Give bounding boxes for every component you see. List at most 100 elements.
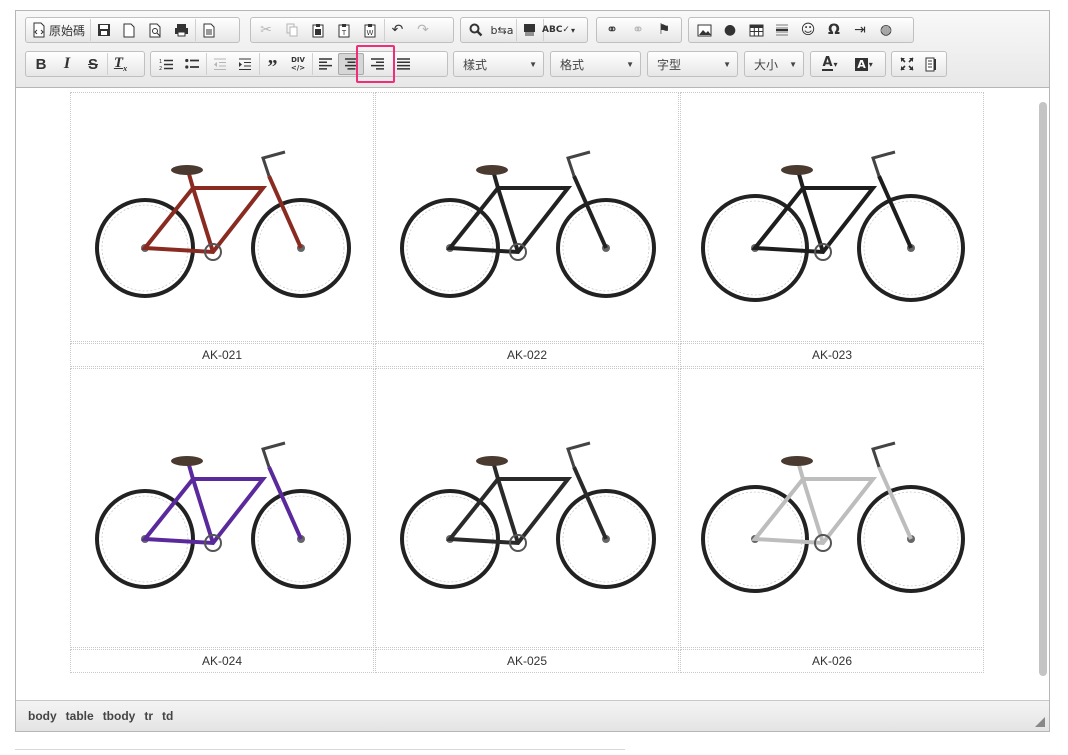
div-icon: DIV </>: [290, 56, 306, 72]
bg-color-button[interactable]: A ▾: [847, 53, 881, 75]
special-char-button[interactable]: Ω: [821, 19, 847, 41]
horizontal-rule-button[interactable]: [769, 19, 795, 41]
table-cell-caption[interactable]: AK-026: [680, 649, 984, 673]
maximize-icon: [899, 57, 914, 71]
replace-button[interactable]: b⇆a: [489, 19, 515, 41]
unlink-button[interactable]: ⚭: [625, 19, 651, 41]
show-blocks-button[interactable]: [919, 53, 944, 75]
iframe-button[interactable]: ◍: [873, 19, 899, 41]
text-color-icon: A: [822, 55, 833, 71]
table-cell-caption[interactable]: AK-023: [680, 343, 984, 367]
page-break-button[interactable]: ⇥: [847, 19, 873, 41]
numbered-list-button[interactable]: 12: [153, 53, 179, 75]
table-cell-image[interactable]: [680, 368, 984, 648]
size-dropdown[interactable]: 大小 ▼: [744, 51, 804, 77]
templates-button[interactable]: [195, 19, 221, 41]
redo-button[interactable]: ↷: [410, 19, 436, 41]
maximize-button[interactable]: [894, 53, 919, 75]
create-div-button[interactable]: DIV </>: [285, 53, 311, 75]
cut-icon: ✂: [260, 22, 272, 38]
show-blocks-icon: [925, 57, 936, 71]
page-break-icon: ⇥: [854, 22, 866, 38]
justify-button[interactable]: [390, 53, 416, 75]
source-label: 原始碼: [49, 23, 86, 38]
bulleted-list-button[interactable]: [179, 53, 205, 75]
undo-button[interactable]: ↶: [384, 19, 410, 41]
image-button[interactable]: [691, 19, 717, 41]
strike-button[interactable]: S: [80, 53, 106, 75]
table-cell-caption[interactable]: AK-021: [70, 343, 374, 367]
paste-word-button[interactable]: W: [357, 19, 383, 41]
resize-handle-icon[interactable]: [1035, 717, 1045, 727]
svg-text:T: T: [341, 29, 347, 37]
smiley-button[interactable]: ☺: [795, 19, 821, 41]
table-cell-image[interactable]: [375, 92, 679, 342]
print-icon: [174, 24, 188, 37]
chevron-down-icon: ▼: [723, 59, 731, 69]
quote-icon: ”: [267, 56, 278, 78]
bicycle-image: [701, 150, 965, 302]
italic-button[interactable]: I: [54, 53, 80, 75]
table-cell-caption[interactable]: AK-024: [70, 649, 374, 673]
path-table[interactable]: table: [66, 709, 94, 723]
bicycle-image: [400, 150, 656, 298]
outdent-button[interactable]: [206, 53, 232, 75]
clipboard-group: ✂ T W ↶ ↷: [250, 17, 454, 43]
scrollbar[interactable]: [1039, 102, 1047, 676]
indent-button[interactable]: [232, 53, 258, 75]
cut-button[interactable]: ✂: [253, 19, 279, 41]
path-td[interactable]: td: [162, 709, 173, 723]
find-button[interactable]: [463, 19, 489, 41]
align-right-button[interactable]: [364, 53, 390, 75]
preview-icon: [149, 23, 161, 37]
omega-icon: Ω: [828, 22, 840, 38]
source-button[interactable]: 原始碼: [28, 19, 89, 41]
font-label: 字型: [657, 57, 682, 72]
toolbar: 原始碼 ✂ T W ↶ ↷ b⇆a ABC✓ ▾ ⚭ ⚭ ⚑ ● ☺ Ω ⇥ ◍…: [16, 11, 1049, 88]
svg-text:2: 2: [159, 66, 162, 71]
spellcheck-button[interactable]: ABC✓ ▾: [542, 19, 575, 41]
paste-button[interactable]: [305, 19, 331, 41]
table-cell-image[interactable]: [680, 92, 984, 342]
preview-button[interactable]: [142, 19, 168, 41]
anchor-button[interactable]: ⚑: [651, 19, 677, 41]
table-cell-image[interactable]: [70, 92, 374, 342]
bold-button[interactable]: B: [28, 53, 54, 75]
remove-format-button[interactable]: Tx: [107, 53, 133, 75]
new-page-icon: [123, 23, 135, 37]
copy-button[interactable]: [279, 19, 305, 41]
flash-button[interactable]: ●: [717, 19, 743, 41]
save-button[interactable]: [90, 19, 116, 41]
editor-content[interactable]: AK-021 AK-022 AK-023 AK-024 AK-025 AK-026: [16, 88, 1049, 701]
chevron-down-icon: ▾: [570, 25, 575, 35]
link-button[interactable]: ⚭: [599, 19, 625, 41]
paragraph-group: 12 ” DIV </>: [150, 51, 448, 77]
table-cell-image[interactable]: [375, 368, 679, 648]
align-left-button[interactable]: [312, 53, 338, 75]
chevron-down-icon: ▼: [626, 59, 634, 69]
table-cell-caption[interactable]: AK-025: [375, 649, 679, 673]
align-right-icon: [370, 58, 384, 70]
font-dropdown[interactable]: 字型 ▼: [647, 51, 738, 77]
select-all-icon: [524, 24, 535, 36]
blockquote-button[interactable]: ”: [259, 53, 285, 78]
chevron-down-icon: ▼: [789, 59, 797, 69]
select-all-button[interactable]: [516, 19, 542, 41]
format-dropdown[interactable]: 格式 ▼: [550, 51, 641, 77]
bulleted-list-icon: [185, 58, 199, 69]
print-button[interactable]: [168, 19, 194, 41]
table-cell-image[interactable]: [70, 368, 374, 648]
table-button[interactable]: [743, 19, 769, 41]
italic-icon: I: [63, 55, 71, 72]
text-color-button[interactable]: A ▾: [813, 53, 847, 75]
path-tr[interactable]: tr: [144, 709, 153, 723]
path-tbody[interactable]: tbody: [103, 709, 136, 723]
table-cell-caption[interactable]: AK-022: [375, 343, 679, 367]
colors-group: A ▾ A ▾: [810, 51, 886, 77]
new-page-button[interactable]: [116, 19, 142, 41]
path-body[interactable]: body: [28, 709, 57, 723]
bicycle-image: [95, 441, 351, 589]
align-center-button[interactable]: [338, 53, 364, 75]
paste-text-button[interactable]: T: [331, 19, 357, 41]
styles-dropdown[interactable]: 樣式 ▼: [453, 51, 544, 77]
